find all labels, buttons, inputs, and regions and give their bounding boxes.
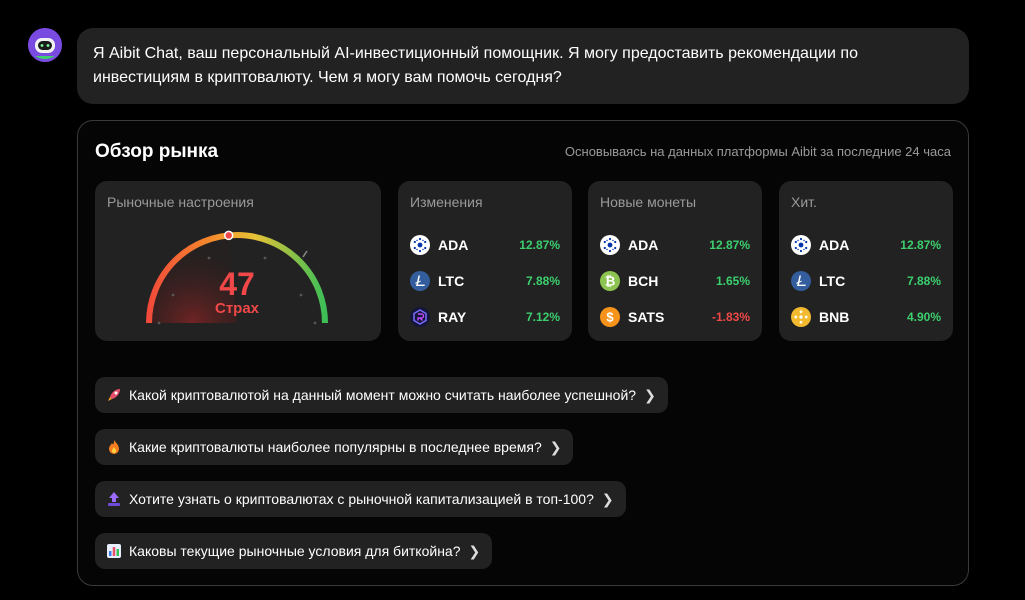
changes-card-title: Изменения bbox=[410, 194, 483, 210]
coin-symbol: BCH bbox=[628, 273, 659, 289]
coin-symbol: SATS bbox=[628, 309, 665, 325]
bar-chart-icon bbox=[105, 542, 123, 560]
coin-row[interactable]: ₿ BCH 1.65% bbox=[600, 263, 750, 299]
rocket-icon bbox=[105, 386, 123, 404]
chevron-right-icon: ❯ bbox=[644, 386, 656, 403]
svg-text:₿: ₿ bbox=[605, 274, 616, 289]
sentiment-value: 47 bbox=[219, 266, 255, 302]
market-overview-subtitle: Основываясь на данных платформы Aibit за… bbox=[564, 144, 951, 159]
coin-change: 7.88% bbox=[525, 274, 560, 288]
ada-icon bbox=[600, 235, 620, 255]
new-coins-card[interactable]: Новые монеты ADA 12.87% ₿ BCH 1.65% $ SATS -1.8… bbox=[588, 181, 762, 341]
coin-change: 7.88% bbox=[906, 274, 941, 288]
hot-coins-card-title: Хит. bbox=[791, 194, 817, 210]
coin-symbol: LTC bbox=[438, 273, 465, 289]
market-overview-title: Обзор рынка bbox=[95, 141, 219, 162]
coin-change: 12.87% bbox=[519, 238, 560, 252]
hot-coins-card[interactable]: Хит. ADA 12.87% LTC 7.88% BNB 4.90% bbox=[779, 181, 953, 341]
top-arrow-icon bbox=[105, 490, 123, 508]
robot-avatar-icon bbox=[28, 28, 62, 62]
suggestion-text: Каковы текущие рыночные условия для битк… bbox=[129, 543, 461, 559]
coin-change: 1.65% bbox=[715, 274, 750, 288]
suggestion-chip[interactable]: Какие криптовалюты наиболее популярны в … bbox=[95, 429, 574, 465]
coin-change: 12.87% bbox=[709, 238, 750, 252]
coin-row[interactable]: LTC 7.88% bbox=[410, 263, 560, 299]
gauge-indicator-dot bbox=[223, 230, 234, 241]
market-overview-panel: Обзор рынка Основываясь на данных платфо… bbox=[77, 120, 969, 586]
coin-change: -1.83% bbox=[711, 310, 750, 324]
new-coins-card-title: Новые монеты bbox=[600, 194, 697, 210]
coin-symbol: BNB bbox=[819, 309, 850, 325]
fear-greed-gauge: 47 Страх bbox=[146, 230, 328, 325]
changes-card[interactable]: Изменения ADA 12.87% LTC 7.88% RAY 7.12% bbox=[398, 181, 572, 341]
coin-row[interactable]: ADA 12.87% bbox=[410, 227, 560, 263]
suggestion-chip[interactable]: Хотите узнать о криптовалютах с рыночной… bbox=[95, 481, 626, 517]
market-sentiment-title: Рыночные настроения bbox=[107, 194, 254, 210]
coin-symbol: LTC bbox=[819, 273, 846, 289]
bch-icon: ₿ bbox=[600, 271, 620, 291]
sentiment-label: Страх bbox=[215, 300, 260, 317]
assistant-message: Я Aibit Chat, ваш персональный AI-инвест… bbox=[77, 28, 969, 104]
coin-change: 12.87% bbox=[900, 238, 941, 252]
sats-icon: $ bbox=[600, 307, 620, 327]
ltc-icon bbox=[410, 271, 430, 291]
coin-symbol: RAY bbox=[438, 309, 467, 325]
coin-change: 4.90% bbox=[906, 310, 941, 324]
coin-symbol: ADA bbox=[628, 237, 659, 253]
coin-row[interactable]: LTC 7.88% bbox=[791, 263, 941, 299]
ada-icon bbox=[410, 235, 430, 255]
suggestion-text: Какие криптовалюты наиболее популярны в … bbox=[129, 439, 542, 455]
coin-symbol: ADA bbox=[819, 237, 850, 253]
coin-row[interactable]: ADA 12.87% bbox=[600, 227, 750, 263]
coin-row[interactable]: ADA 12.87% bbox=[791, 227, 941, 263]
ltc-icon bbox=[791, 271, 811, 291]
suggestion-text: Какой криптовалютой на данный момент мож… bbox=[129, 387, 637, 403]
coin-row[interactable]: $ SATS -1.83% bbox=[600, 299, 750, 335]
suggestion-chip[interactable]: Какой криптовалютой на данный момент мож… bbox=[95, 377, 668, 413]
coin-symbol: ADA bbox=[438, 237, 469, 253]
coin-change: 7.12% bbox=[525, 310, 560, 324]
suggestion-text: Хотите узнать о криптовалютах с рыночной… bbox=[129, 491, 594, 507]
suggestion-list: Какой криптовалютой на данный момент мож… bbox=[95, 377, 668, 585]
bnb-icon bbox=[791, 307, 811, 327]
ray-icon bbox=[410, 307, 430, 327]
ada-icon bbox=[791, 235, 811, 255]
coin-row[interactable]: RAY 7.12% bbox=[410, 299, 560, 335]
assistant-message-text: Я Aibit Chat, ваш персональный AI-инвест… bbox=[93, 45, 858, 86]
market-sentiment-card[interactable]: Рыночные настроения 47 Страх bbox=[95, 181, 381, 341]
svg-text:$: $ bbox=[606, 310, 614, 325]
coin-row[interactable]: BNB 4.90% bbox=[791, 299, 941, 335]
fire-icon bbox=[105, 438, 123, 456]
chevron-right-icon: ❯ bbox=[549, 438, 562, 455]
chevron-right-icon: ❯ bbox=[468, 542, 481, 559]
chevron-right-icon: ❯ bbox=[601, 490, 614, 507]
suggestion-chip[interactable]: Каковы текущие рыночные условия для битк… bbox=[95, 533, 493, 569]
